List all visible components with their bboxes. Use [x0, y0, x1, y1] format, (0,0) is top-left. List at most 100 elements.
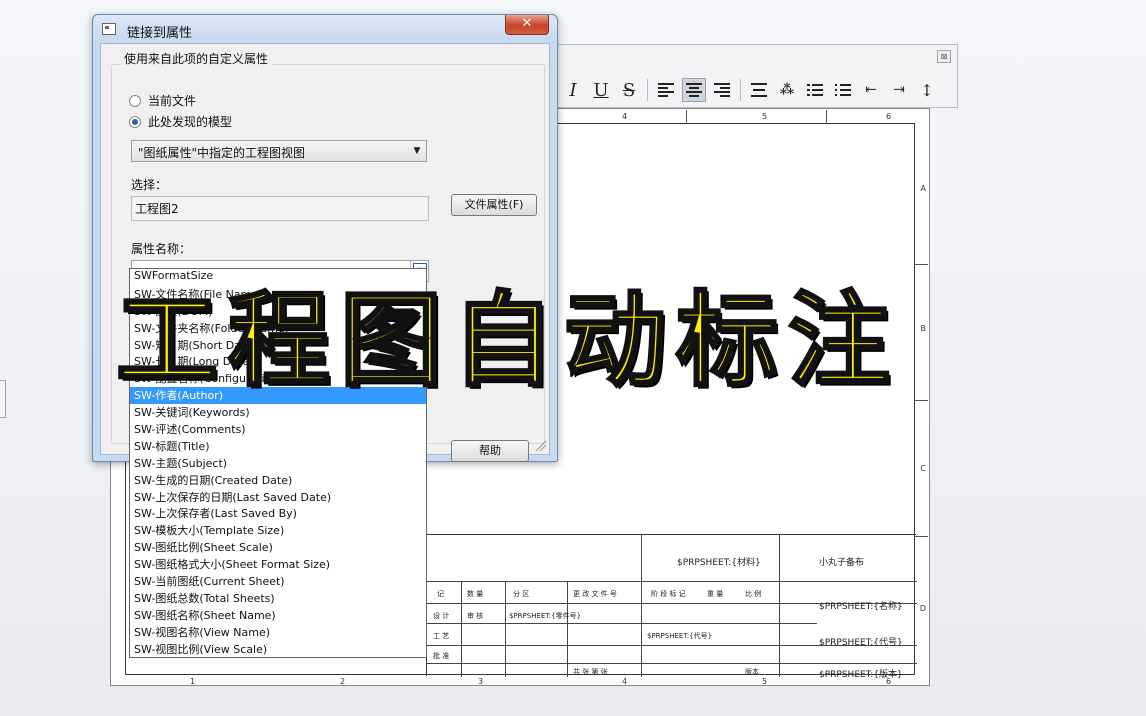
- tb-line: [427, 623, 817, 624]
- dropdown-item[interactable]: SW-标题(Title): [130, 438, 426, 455]
- zone-top-4: 4: [622, 112, 628, 121]
- dropdown-item[interactable]: SW-评述(Comments): [130, 421, 426, 438]
- zone-bottom-2: 2: [340, 677, 346, 686]
- tb-stage-scale: 比 例: [745, 590, 762, 598]
- tb-company: 小丸子备布: [819, 558, 865, 568]
- dropdown-item[interactable]: SW-视图比例(View Scale): [130, 641, 426, 658]
- toolbar-row: I U S ⁂ ⇤ ⇥ ↕: [561, 75, 939, 105]
- side-panel-tab[interactable]: [0, 380, 6, 418]
- outdent-icon[interactable]: ⇤: [859, 78, 883, 102]
- dropdown-item[interactable]: SW-上次保存者(Last Saved By): [130, 505, 426, 522]
- dropdown-item[interactable]: SW-长日期(Long Date): [130, 353, 426, 370]
- title-block: $PRPSHEET:{材料} 小丸子备布 记 数 量 分 区 更 改 文 件 号…: [426, 534, 917, 680]
- symbol-grid-icon[interactable]: ⁂: [775, 78, 799, 102]
- zone-right-D: D: [919, 604, 926, 613]
- dropdown-item[interactable]: SW-模板大小(Template Size): [130, 522, 426, 539]
- dropdown-item[interactable]: SW-文件夹名称(Folder Name): [130, 320, 426, 337]
- radio-button[interactable]: [129, 94, 141, 107]
- tb-name: $PRPSHEET:{名称}: [819, 602, 903, 612]
- align-center-icon: [686, 83, 702, 97]
- bullet-list-icon: [807, 83, 823, 97]
- file-properties-button[interactable]: 文件属性(F): [451, 194, 537, 216]
- underline-button[interactable]: U: [589, 78, 613, 102]
- tb-stage-weight: 重 量: [707, 590, 724, 598]
- help-button[interactable]: 帮助: [451, 440, 529, 462]
- tb-header-3: 更 改 文 件 号: [573, 590, 617, 598]
- zone-tick: [914, 264, 928, 265]
- indent-icon[interactable]: ⇥: [887, 78, 911, 102]
- dropdown-item[interactable]: SW-作者(Author): [130, 387, 426, 405]
- zone-tick: [686, 110, 687, 124]
- dropdown-item[interactable]: SW-上次保存的日期(Last Saved Date): [130, 489, 426, 506]
- zone-right-C: C: [920, 464, 926, 473]
- format-toolbar: ⊠ I U S ⁂ ⇤ ⇥ ↕: [555, 44, 958, 108]
- tb-code-right: $PRPSHEET:{代号}: [819, 638, 903, 648]
- tb-line: [427, 581, 917, 582]
- tb-design-1: 审 核: [467, 612, 484, 620]
- select-label: 选择：: [131, 178, 168, 192]
- numbered-list-button[interactable]: [831, 78, 855, 102]
- dropdown-item[interactable]: SW-视图名称(View Name): [130, 624, 426, 641]
- radio-button-checked[interactable]: [129, 115, 141, 128]
- dropdown-item[interactable]: SW-图纸比例(Sheet Scale): [130, 539, 426, 556]
- radio-model-here[interactable]: 此处发现的模型: [129, 113, 232, 130]
- zone-bottom-1: 1: [190, 677, 196, 686]
- zone-tick: [914, 536, 928, 537]
- dropdown-item[interactable]: SW-配置名称(Configuration Name): [130, 370, 426, 387]
- dialog-title: 链接到属性: [127, 26, 193, 41]
- align-right-button[interactable]: [710, 78, 734, 102]
- strikethrough-button[interactable]: S: [617, 78, 641, 102]
- toolbar-close-button[interactable]: ⊠: [937, 50, 951, 63]
- dropdown-item[interactable]: SW-文件名称(File Name): [130, 286, 426, 303]
- dropdown-item[interactable]: SW-图纸总数(Total Sheets): [130, 590, 426, 607]
- chevron-down-icon[interactable]: ▼: [408, 141, 426, 161]
- align-left-icon: [658, 83, 674, 97]
- dropdown-item[interactable]: SW-关键词(Keywords): [130, 404, 426, 421]
- property-name-label: 属性名称：: [131, 242, 192, 256]
- fit-text-button[interactable]: [747, 78, 771, 102]
- tb-line: [567, 581, 568, 677]
- dialog-close-button[interactable]: ✕: [505, 15, 549, 35]
- toolbar-separator: [740, 79, 741, 101]
- zone-right-A: A: [920, 184, 926, 193]
- group-label: 使用来自此项的自定义属性: [121, 50, 272, 67]
- bullet-list-button[interactable]: [803, 78, 827, 102]
- numbered-list-icon: [835, 83, 851, 97]
- tb-partno: $PRPSHEET:{零件号}: [509, 612, 582, 620]
- zone-right-B: B: [920, 324, 927, 333]
- align-center-button[interactable]: [682, 78, 706, 102]
- tb-ratio-label: 版本: [745, 668, 759, 676]
- tb-design-3: 批 准: [433, 652, 450, 660]
- radio-model-here-label: 此处发现的模型: [148, 115, 233, 129]
- line-spacing-icon[interactable]: ↕: [915, 78, 939, 102]
- zone-bottom-3: 3: [478, 677, 484, 686]
- dialog-titlebar[interactable]: 链接到属性 ✕: [93, 15, 557, 43]
- tb-header-2: 分 区: [513, 590, 530, 598]
- tb-design-2: 工 艺: [433, 632, 450, 640]
- zone-tick: [914, 400, 928, 401]
- zone-tick: [826, 110, 827, 124]
- dropdown-item[interactable]: SW-配置(DOM): [130, 303, 426, 320]
- resize-grip[interactable]: [534, 439, 546, 451]
- property-dropdown-list: SWFormatSize SW-文件名称(File Name) SW-配置(DOM)…: [129, 268, 427, 658]
- dropdown-item[interactable]: SW-当前图纸(Current Sheet): [130, 573, 426, 590]
- dropdown-item[interactable]: SWFormatSize: [130, 269, 426, 286]
- tb-design-0: 设 计: [433, 612, 450, 620]
- tb-line: [461, 581, 462, 677]
- drawing-view-select-value: "图纸属性"中指定的工程图视图: [138, 146, 306, 160]
- tb-sheet-label: 共 张 第 张: [573, 668, 608, 676]
- dropdown-item[interactable]: SW-图纸名称(Sheet Name): [130, 607, 426, 624]
- tb-version: $PRPSHEET:{版本}: [819, 670, 903, 680]
- dropdown-item[interactable]: SW-短日期(Short Date): [130, 337, 426, 354]
- italic-button[interactable]: I: [561, 78, 585, 102]
- dropdown-item[interactable]: SW-主题(Subject): [130, 455, 426, 472]
- radio-current-file[interactable]: 当前文件: [129, 92, 196, 109]
- drawing-view-select[interactable]: "图纸属性"中指定的工程图视图 ▼: [131, 140, 427, 162]
- toolbar-separator: [647, 79, 648, 101]
- selection-field[interactable]: 工程图2: [131, 196, 429, 221]
- align-right-icon: [714, 83, 730, 97]
- dropdown-item[interactable]: SW-生成的日期(Created Date): [130, 472, 426, 489]
- dropdown-item[interactable]: SW-图纸格式大小(Sheet Format Size): [130, 556, 426, 573]
- tb-line: [779, 535, 780, 677]
- align-left-button[interactable]: [654, 78, 678, 102]
